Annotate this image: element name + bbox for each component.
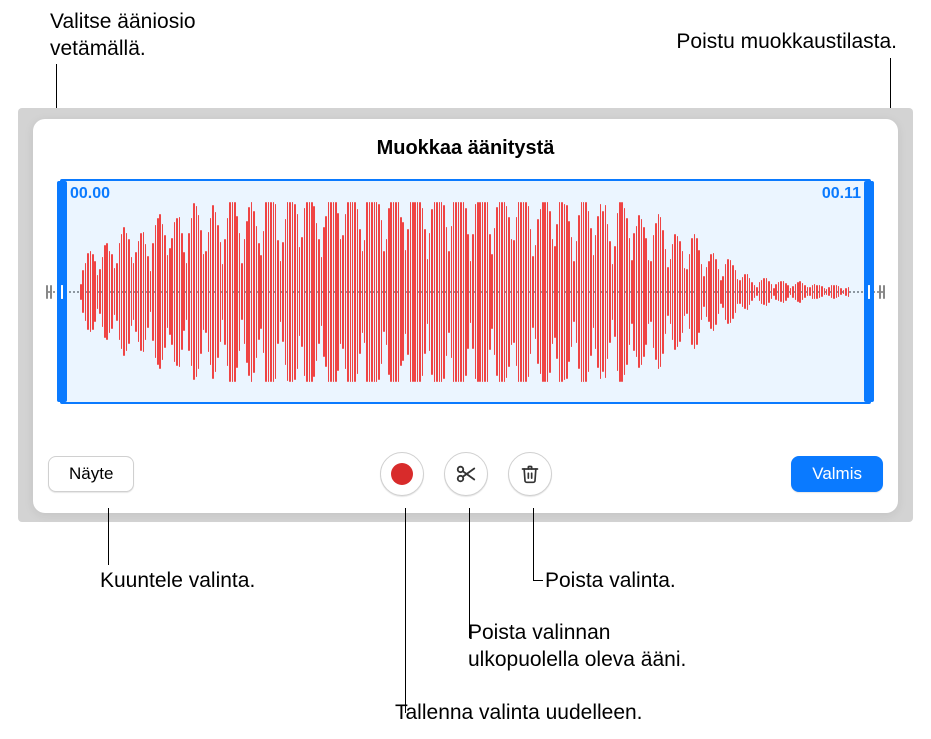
delete-button[interactable]: [508, 452, 552, 496]
done-button[interactable]: Valmis: [791, 456, 883, 492]
selection-handle-end[interactable]: [864, 181, 874, 402]
trim-button[interactable]: [444, 452, 488, 496]
leader-delete: [533, 508, 534, 581]
leader-delete-h: [533, 580, 543, 581]
outer-handle-left[interactable]: [43, 282, 55, 302]
outer-handle-right[interactable]: [876, 282, 888, 302]
scissors-icon: [455, 463, 477, 485]
record-icon: [391, 463, 413, 485]
callout-rerecord-selection: Tallenna valinta uudelleen.: [395, 699, 643, 726]
edit-recording-panel: Muokkaa äänitystä 00.00 00.11 Näyte: [33, 119, 898, 513]
selection-region[interactable]: 00.00 00.11: [60, 179, 871, 404]
trash-icon: [520, 463, 540, 485]
callout-drag-select: Valitse ääniosio vetämällä.: [50, 8, 196, 63]
panel-title: Muokkaa äänitystä: [33, 137, 898, 160]
leader-rerecord: [405, 508, 406, 713]
waveform-area[interactable]: 00.00 00.11: [48, 179, 883, 404]
callout-trim-outside: Poista valinnan ulkopuolella oleva ääni.: [468, 619, 686, 674]
toolbar-center-group: [370, 452, 562, 496]
callout-delete-selection: Poista valinta.: [545, 567, 676, 594]
leader-listen: [108, 508, 109, 565]
leader-trim: [469, 508, 470, 638]
sample-button[interactable]: Näyte: [48, 456, 134, 492]
waveform: [80, 193, 851, 390]
record-button[interactable]: [380, 452, 424, 496]
toolbar: Näyte Valmis: [48, 451, 883, 497]
selection-handle-start[interactable]: [57, 181, 67, 402]
callout-listen-selection: Kuuntele valinta.: [100, 567, 255, 594]
callout-exit-edit: Poistu muokkaustilasta.: [676, 28, 897, 55]
